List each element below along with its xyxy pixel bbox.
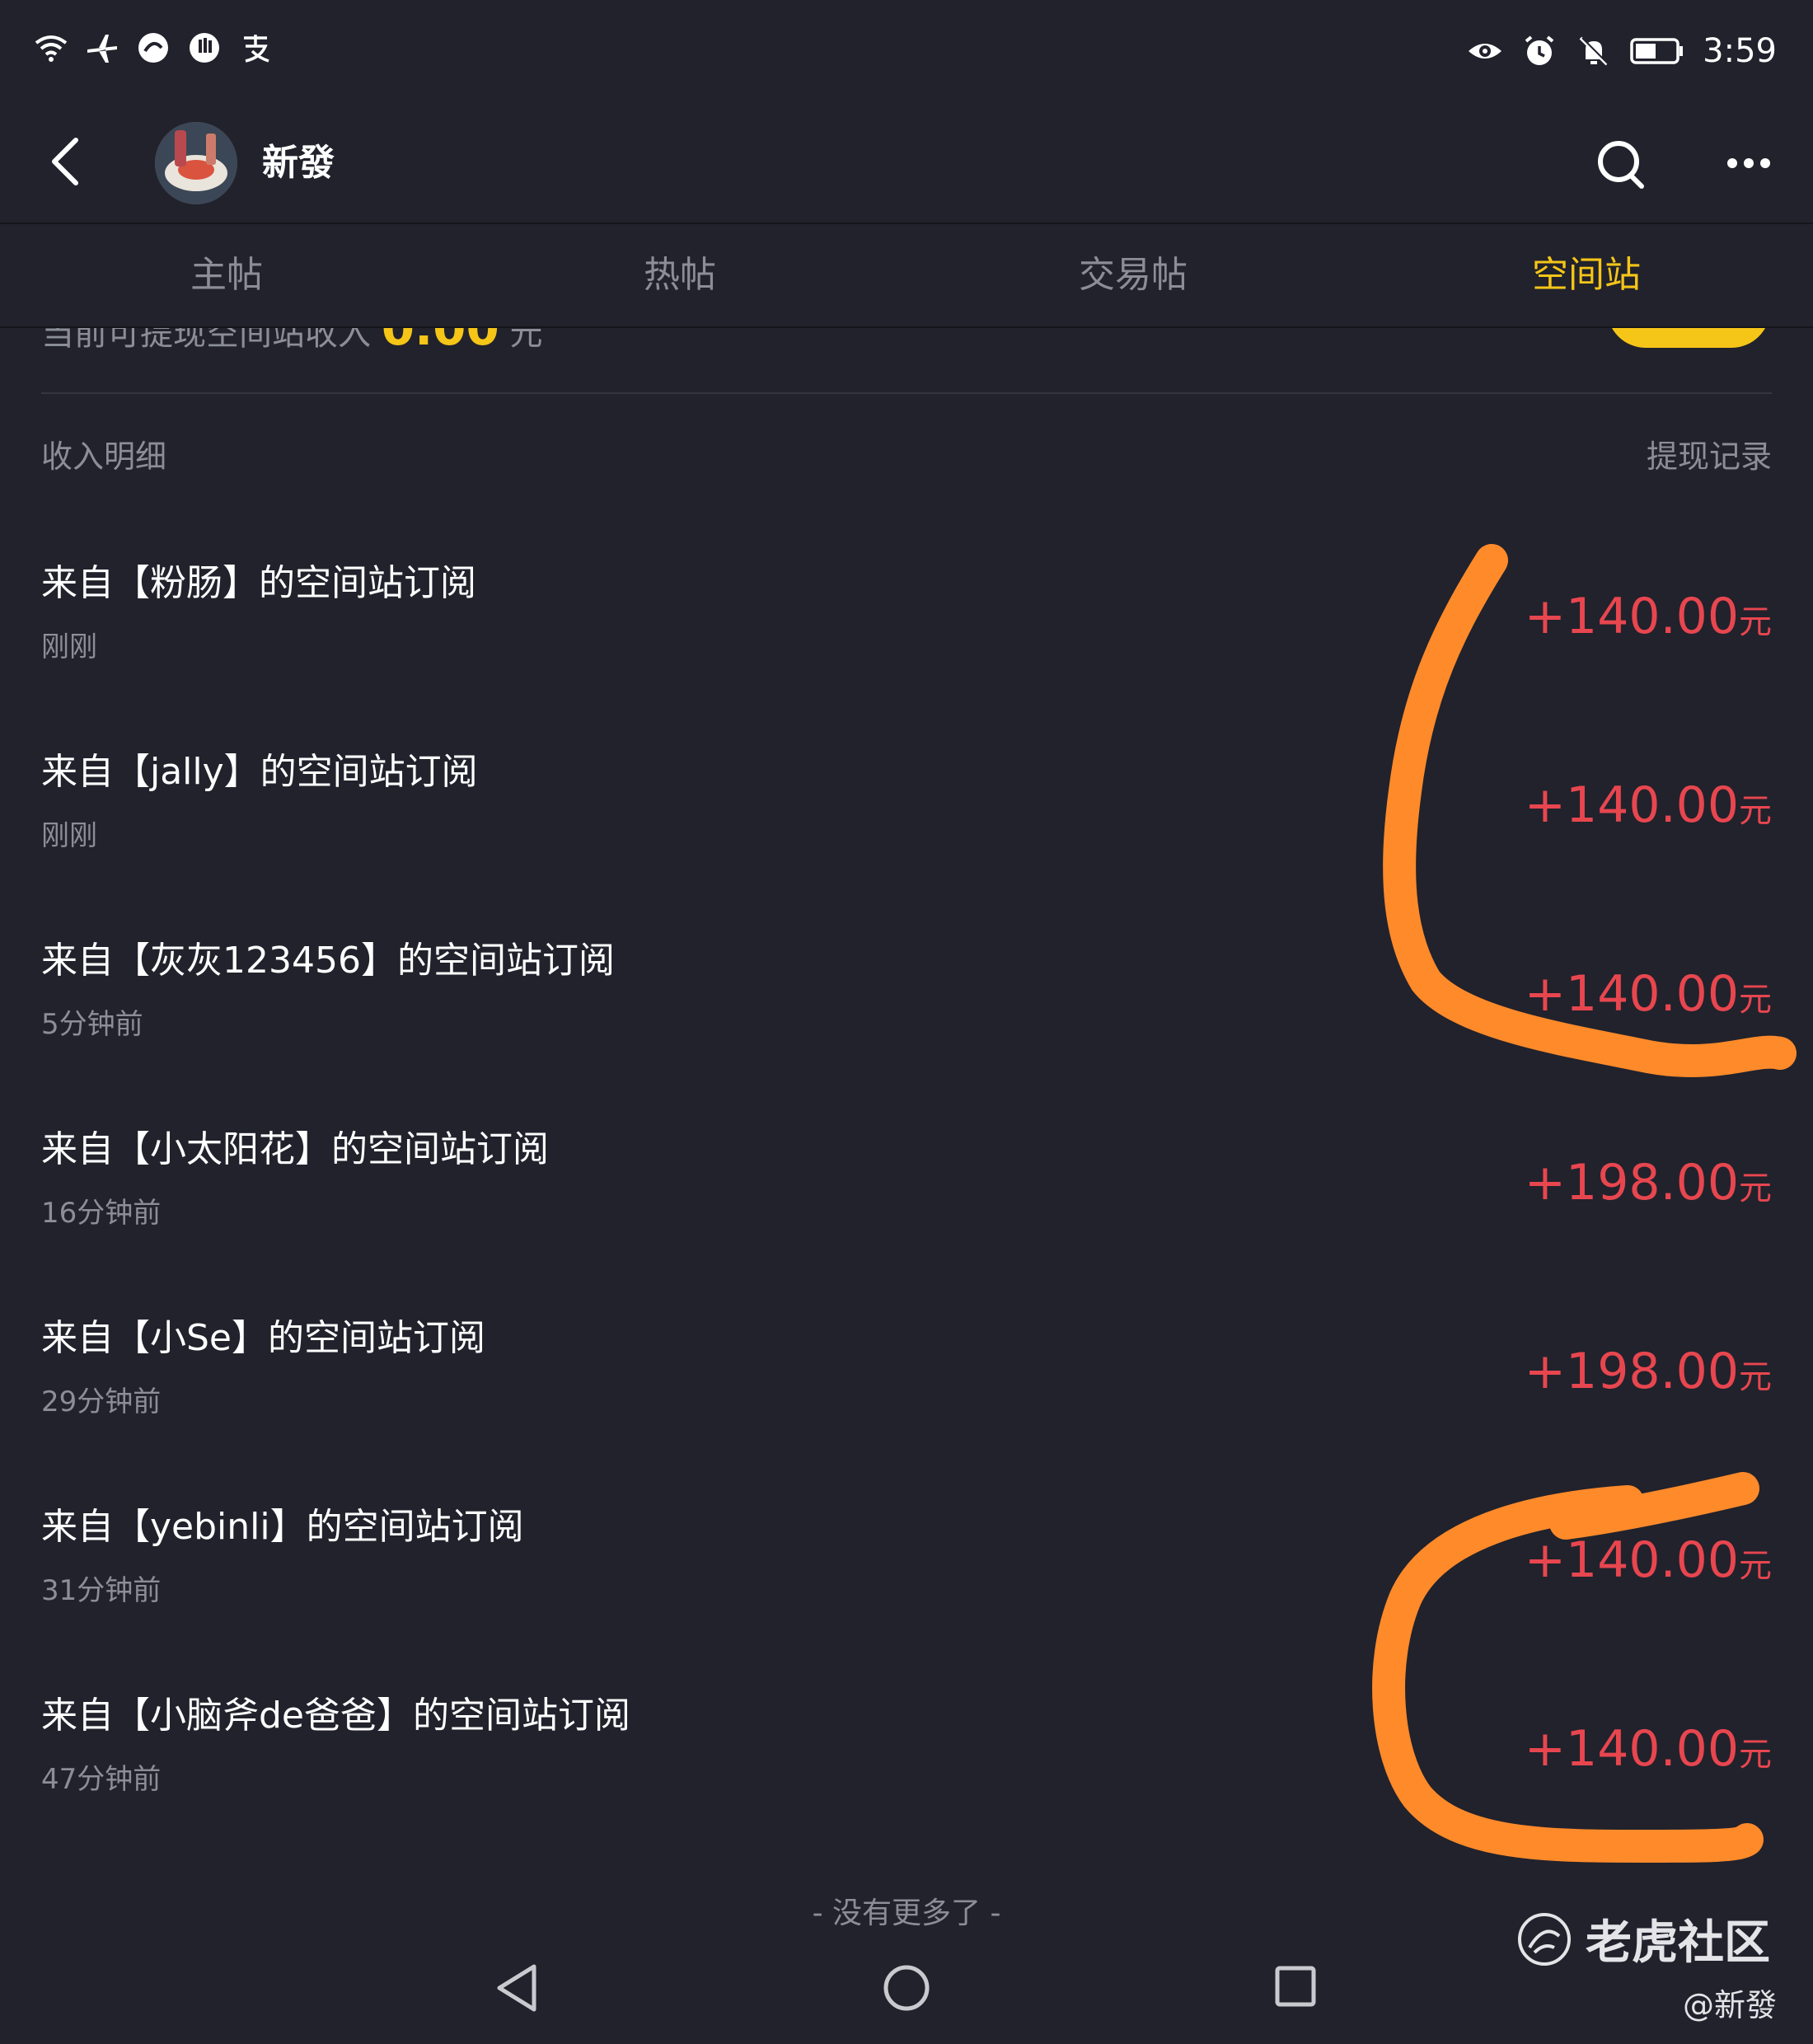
income-item-time: 31分钟前 [41, 1574, 162, 1607]
income-item-amount: +140.00元 [1525, 584, 1772, 662]
income-item-amount: +140.00元 [1525, 772, 1772, 851]
amount-unit: 元 [1739, 1170, 1772, 1207]
withdraw-info: 当前可提现空间站收入 0.00 元 [41, 328, 543, 356]
amount-value: +140.00 [1524, 1531, 1739, 1589]
tiger-community-logo-icon [1518, 1912, 1571, 1966]
amount-unit: 元 [1739, 1358, 1772, 1396]
income-item-title: 来自【小脑斧de爸爸】的空间站订阅 [41, 1695, 630, 1737]
page-title: 新發 [262, 142, 335, 184]
battery-icon [1630, 38, 1684, 64]
nav-recent-apps-icon[interactable] [1274, 1965, 1317, 2008]
income-item[interactable]: 来自【小脑斧de爸爸】的空间站订阅 47分钟前 +140.00元 [0, 1690, 1813, 1878]
avatar[interactable] [155, 122, 237, 204]
status-bar: 3:59 [0, 0, 1813, 105]
eye-icon [1469, 44, 1502, 59]
amount-value: +140.00 [1524, 776, 1739, 834]
amount-unit: 元 [1739, 1736, 1772, 1774]
income-item-time: 29分钟前 [41, 1385, 162, 1418]
income-item[interactable]: 来自【小Se】的空间站订阅 29分钟前 +198.00元 [0, 1312, 1813, 1501]
withdraw-button[interactable]: 提现 [1607, 328, 1770, 348]
amount-unit: 元 [1739, 603, 1772, 641]
income-details-label: 收入明细 [41, 438, 167, 475]
income-item[interactable]: 来自【粉肠】的空间站订阅 刚刚 +140.00元 [0, 557, 1813, 746]
amount-value: +140.00 [1524, 1720, 1739, 1778]
tab-trade-posts[interactable]: 交易帖 [1026, 224, 1240, 326]
income-item[interactable]: 来自【yebinli】的空间站订阅 31分钟前 +140.00元 [0, 1501, 1813, 1690]
airplane-icon [87, 35, 117, 63]
income-item-amount: +198.00元 [1525, 1150, 1772, 1228]
amount-unit: 元 [1739, 1547, 1772, 1585]
income-item-title: 来自【yebinli】的空间站订阅 [41, 1506, 524, 1548]
income-item-amount: +140.00元 [1525, 961, 1772, 1039]
withdraw-row: 当前可提现空间站收入 0.00 元 提现 [0, 328, 1813, 377]
hand-icon [190, 33, 219, 63]
income-item-time: 刚刚 [41, 819, 97, 852]
watermark-brand: 老虎社区 [1586, 1916, 1770, 1970]
income-item-title: 来自【小Se】的空间站订阅 [41, 1317, 485, 1359]
nav-home-icon[interactable] [882, 1963, 931, 2013]
income-item-amount: +198.00元 [1525, 1338, 1772, 1417]
tab-main-posts[interactable]: 主帖 [119, 224, 334, 326]
alipay-icon [244, 35, 269, 63]
clock-time: 3:59 [1703, 32, 1777, 70]
app-icon [138, 33, 168, 63]
tab-hot-posts[interactable]: 热帖 [573, 224, 787, 326]
income-item-title: 来自【小太阳花】的空间站订阅 [41, 1128, 549, 1170]
amount-value: +140.00 [1524, 965, 1739, 1023]
watermark: 老虎社区 [1516, 1906, 1770, 1972]
nav-back-icon[interactable] [493, 1962, 542, 2014]
status-right: 3:59 [1467, 28, 1777, 74]
avatar-image [155, 122, 237, 204]
withdraw-label: 当前可提现空间站收入 [41, 328, 371, 353]
more-icon[interactable] [1726, 155, 1772, 171]
income-item-time: 16分钟前 [41, 1197, 162, 1230]
income-item-time: 刚刚 [41, 631, 97, 663]
income-item-amount: +140.00元 [1525, 1716, 1772, 1794]
amount-unit: 元 [1739, 792, 1772, 830]
watermark-user: @新發 [1682, 1987, 1777, 2023]
status-left-icons [33, 30, 274, 66]
amount-value: +198.00 [1524, 1154, 1739, 1212]
search-icon[interactable] [1594, 135, 1648, 193]
withdraw-amount: 0.00 [381, 328, 499, 356]
back-arrow-icon[interactable] [43, 132, 96, 191]
section-divider [41, 392, 1772, 394]
withdraw-unit: 元 [509, 328, 543, 353]
income-item-title: 来自【灰灰123456】的空间站订阅 [41, 940, 615, 982]
income-item[interactable]: 来自【灰灰123456】的空间站订阅 5分钟前 +140.00元 [0, 935, 1813, 1123]
tab-bar: 主帖 热帖 交易帖 空间站 [0, 224, 1813, 326]
income-item-title: 来自【jally】的空间站订阅 [41, 751, 478, 793]
income-item-time: 5分钟前 [41, 1008, 143, 1041]
income-item-amount: +140.00元 [1525, 1527, 1772, 1606]
alarm-icon [1525, 35, 1554, 65]
amount-value: +198.00 [1524, 1343, 1739, 1400]
amount-value: +140.00 [1524, 588, 1739, 645]
tab-space-station[interactable]: 空间站 [1479, 224, 1694, 326]
mute-icon [1579, 36, 1609, 66]
income-item[interactable]: 来自【小太阳花】的空间站订阅 16分钟前 +198.00元 [0, 1123, 1813, 1312]
income-item[interactable]: 来自【jally】的空间站订阅 刚刚 +140.00元 [0, 746, 1813, 935]
withdraw-records-link[interactable]: 提现记录 [1647, 434, 1772, 480]
wifi-icon [35, 35, 68, 62]
income-item-title: 来自【粉肠】的空间站订阅 [41, 562, 476, 604]
income-item-time: 47分钟前 [41, 1763, 162, 1796]
amount-unit: 元 [1739, 981, 1772, 1019]
